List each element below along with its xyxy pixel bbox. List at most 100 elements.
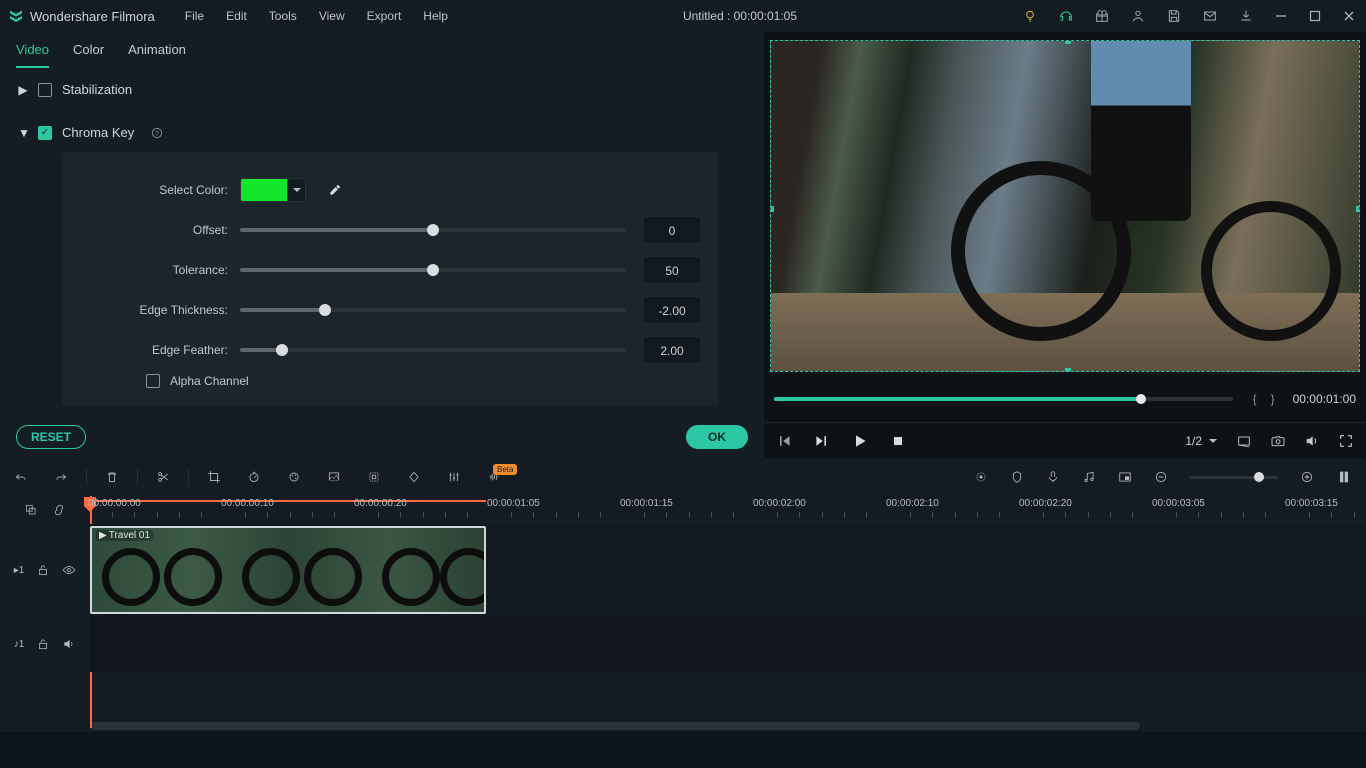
label-offset: Offset: bbox=[80, 223, 240, 237]
window-maximize[interactable] bbox=[1308, 9, 1322, 23]
stop-icon[interactable] bbox=[890, 433, 906, 449]
speed-icon[interactable] bbox=[247, 470, 261, 484]
video-clip[interactable]: ▶Travel 01 bbox=[90, 526, 486, 614]
menu-export[interactable]: Export bbox=[357, 5, 412, 27]
cut-icon[interactable] bbox=[156, 470, 170, 484]
section-chroma-key: ▼ Chroma Key ? Select Color: Offset: bbox=[0, 111, 764, 418]
mark-in-icon[interactable]: { bbox=[1251, 392, 1259, 406]
step-fwd-icon[interactable] bbox=[814, 433, 830, 449]
audio-track-body[interactable] bbox=[90, 616, 1366, 672]
step-back-icon[interactable] bbox=[776, 433, 792, 449]
value-edge-thickness[interactable]: -2.00 bbox=[644, 297, 700, 323]
eyedropper-icon[interactable] bbox=[328, 183, 342, 197]
label-alpha: Alpha Channel bbox=[170, 374, 249, 388]
checkbox-chroma[interactable] bbox=[38, 126, 52, 140]
menu-help[interactable]: Help bbox=[413, 5, 458, 27]
keyframe-icon[interactable] bbox=[407, 470, 421, 484]
color-dropdown-icon[interactable] bbox=[287, 179, 305, 201]
user-icon[interactable] bbox=[1130, 8, 1146, 24]
gift-icon[interactable] bbox=[1094, 8, 1110, 24]
collapse-chroma[interactable]: ▼ bbox=[18, 126, 28, 140]
zoom-slider[interactable] bbox=[1190, 476, 1278, 479]
download-icon[interactable] bbox=[1238, 8, 1254, 24]
fullscreen-icon[interactable] bbox=[1338, 433, 1354, 449]
zoom-out-icon[interactable] bbox=[1154, 470, 1168, 484]
help-icon[interactable]: ? bbox=[150, 126, 164, 140]
reset-button[interactable]: RESET bbox=[16, 425, 86, 449]
color-swatch[interactable] bbox=[241, 179, 287, 201]
slider-edge-feather[interactable] bbox=[240, 348, 626, 352]
music-icon[interactable] bbox=[1082, 470, 1096, 484]
ruler-label: 00:00:02:20 bbox=[1019, 498, 1072, 509]
mark-out-icon[interactable]: } bbox=[1269, 392, 1277, 406]
preview-scale[interactable]: 1/2 bbox=[1185, 434, 1218, 448]
preview-viewport[interactable] bbox=[766, 36, 1364, 376]
audio-visualizer-icon[interactable]: Beta bbox=[487, 470, 525, 484]
color-picker[interactable] bbox=[240, 178, 306, 202]
video-track-body[interactable]: ▶Travel 01 bbox=[90, 524, 1366, 616]
slider-edge-thickness[interactable] bbox=[240, 308, 626, 312]
titlebar-actions bbox=[1022, 8, 1362, 24]
menu-view[interactable]: View bbox=[309, 5, 355, 27]
time-ruler[interactable]: 00:00:00:0000:00:00:1000:00:00:2000:00:0… bbox=[90, 496, 1366, 524]
volume-icon[interactable] bbox=[1304, 433, 1320, 449]
color-icon[interactable] bbox=[287, 470, 301, 484]
mail-icon[interactable] bbox=[1202, 8, 1218, 24]
slider-offset[interactable] bbox=[240, 228, 626, 232]
panel-footer: RESET OK bbox=[0, 416, 764, 458]
ruler-label: 00:00:03:05 bbox=[1152, 498, 1205, 509]
ruler-label: 00:00:00:10 bbox=[221, 498, 274, 509]
redo-icon[interactable] bbox=[54, 470, 68, 484]
save-icon[interactable] bbox=[1166, 8, 1182, 24]
project-title: Untitled : 00:00:01:05 bbox=[458, 9, 1022, 23]
tab-animation[interactable]: Animation bbox=[128, 42, 186, 68]
tab-video[interactable]: Video bbox=[16, 42, 49, 68]
video-track-label: ▸1 bbox=[14, 565, 25, 576]
chevron-down-icon bbox=[1208, 436, 1218, 446]
link-track-icon[interactable] bbox=[52, 503, 66, 517]
preview-progress[interactable] bbox=[774, 397, 1233, 401]
mixer-icon[interactable] bbox=[447, 470, 461, 484]
record-icon[interactable] bbox=[1046, 470, 1060, 484]
headphones-icon[interactable] bbox=[1058, 8, 1074, 24]
checkbox-alpha[interactable] bbox=[146, 374, 160, 388]
zoom-fit-icon[interactable] bbox=[1336, 469, 1352, 485]
lock-icon[interactable] bbox=[36, 563, 50, 577]
render-icon[interactable] bbox=[974, 470, 988, 484]
property-tabs: Video Color Animation bbox=[0, 32, 764, 68]
zoom-in-icon[interactable] bbox=[1300, 470, 1314, 484]
lock-icon[interactable] bbox=[36, 637, 50, 651]
timeline-scrollbar[interactable] bbox=[0, 720, 1366, 732]
fit-icon[interactable] bbox=[367, 470, 381, 484]
tab-color[interactable]: Color bbox=[73, 42, 104, 68]
window-minimize[interactable] bbox=[1274, 9, 1288, 23]
menu-tools[interactable]: Tools bbox=[259, 5, 307, 27]
marker-icon[interactable] bbox=[1010, 470, 1024, 484]
menubar: File Edit Tools View Export Help bbox=[175, 5, 458, 27]
menu-edit[interactable]: Edit bbox=[216, 5, 257, 27]
menu-file[interactable]: File bbox=[175, 5, 214, 27]
expand-stabilization[interactable]: ▶ bbox=[18, 83, 28, 97]
ok-button[interactable]: OK bbox=[686, 425, 748, 449]
pip-icon[interactable] bbox=[1118, 470, 1132, 484]
checkbox-stabilization[interactable] bbox=[38, 83, 52, 97]
greenscreen-icon[interactable] bbox=[327, 470, 341, 484]
track-link-controls bbox=[0, 496, 90, 524]
play-icon[interactable] bbox=[852, 433, 868, 449]
value-tolerance[interactable]: 50 bbox=[644, 257, 700, 283]
delete-icon[interactable] bbox=[105, 470, 119, 484]
snapshot-icon[interactable] bbox=[1270, 433, 1286, 449]
preview-controls: 1/2 bbox=[764, 422, 1366, 458]
window-close[interactable] bbox=[1342, 9, 1356, 23]
undo-icon[interactable] bbox=[14, 470, 28, 484]
value-offset[interactable]: 0 bbox=[644, 217, 700, 243]
slider-tolerance[interactable] bbox=[240, 268, 626, 272]
value-edge-feather[interactable]: 2.00 bbox=[644, 337, 700, 363]
crop-icon[interactable] bbox=[207, 470, 221, 484]
bulb-icon[interactable] bbox=[1022, 8, 1038, 24]
quality-icon[interactable] bbox=[1236, 433, 1252, 449]
speaker-icon[interactable] bbox=[62, 637, 76, 651]
duplicate-track-icon[interactable] bbox=[24, 503, 38, 517]
eye-icon[interactable] bbox=[62, 563, 76, 577]
timeline-toolbar: Beta bbox=[0, 458, 1366, 496]
